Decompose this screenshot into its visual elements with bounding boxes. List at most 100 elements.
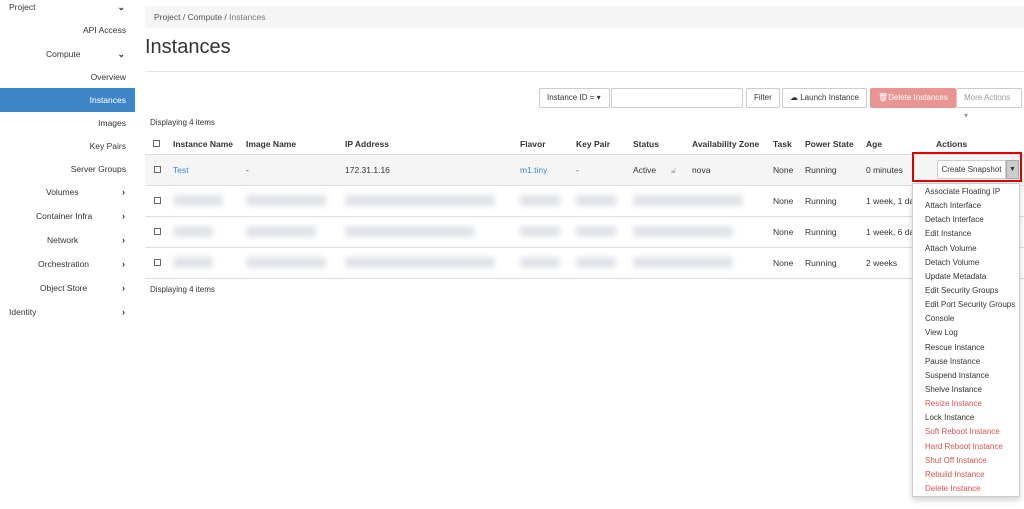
key-pair: - — [576, 165, 579, 175]
menu-item-rescue-instance[interactable]: Rescue Instance — [913, 341, 1019, 355]
trash-icon: 🗑 — [878, 93, 889, 102]
table-row: None Running 2 weeks — [145, 248, 1024, 279]
sidebar-item-instances[interactable]: Instances — [0, 88, 135, 112]
image-name: - — [246, 165, 249, 175]
sidebar-item-overview[interactable]: Overview — [91, 65, 126, 89]
launch-instance-button[interactable]: ☁ Launch Instance — [782, 88, 867, 108]
col-key-pair[interactable]: Key Pair — [576, 139, 610, 149]
menu-item-attach-interface[interactable]: Attach Interface — [913, 199, 1019, 213]
menu-item-detach-volume[interactable]: Detach Volume — [913, 256, 1019, 270]
item-count-footer: Displaying 4 items — [150, 285, 215, 294]
menu-item-edit-security-groups[interactable]: Edit Security Groups — [913, 284, 1019, 298]
col-instance-name[interactable]: Instance Name — [173, 139, 233, 149]
col-image-name[interactable]: Image Name — [246, 139, 296, 149]
chevron-right-icon: › — [122, 187, 125, 197]
menu-item-pause-instance[interactable]: Pause Instance — [913, 355, 1019, 369]
sidebar-item-volumes[interactable]: Volumes › — [0, 180, 135, 204]
menu-item-update-metadata[interactable]: Update Metadata — [913, 270, 1019, 284]
row-checkbox[interactable] — [154, 197, 161, 204]
sidebar-item-server-groups[interactable]: Server Groups — [71, 157, 126, 181]
power-state: Running — [805, 227, 837, 237]
delete-instances-button[interactable]: 🗑Delete Instances — [870, 88, 956, 108]
menu-item-shelve-instance[interactable]: Shelve Instance — [913, 383, 1019, 397]
item-count: Displaying 4 items — [150, 118, 215, 127]
menu-item-attach-volume[interactable]: Attach Volume — [913, 242, 1019, 256]
sidebar-item-compute[interactable]: Compute ⌄ — [0, 42, 135, 66]
power-state: Running — [805, 196, 837, 206]
filter-input[interactable] — [611, 88, 743, 108]
menu-item-associate-floating-ip[interactable]: Associate Floating IP — [913, 185, 1019, 199]
menu-item-detach-interface[interactable]: Detach Interface — [913, 213, 1019, 227]
more-actions-button[interactable]: More Actions ▾ — [956, 88, 1022, 120]
menu-item-delete-instance[interactable]: Delete Instance — [913, 482, 1019, 496]
menu-item-console[interactable]: Console — [913, 312, 1019, 326]
chevron-right-icon: › — [122, 283, 125, 293]
menu-item-rebuild-instance[interactable]: Rebuild Instance — [913, 468, 1019, 482]
sidebar-item-project[interactable]: Project ⌄ — [0, 0, 135, 19]
actions-dropdown-menu: Associate Floating IP Attach Interface Det… — [912, 183, 1020, 497]
col-age[interactable]: Age — [866, 139, 882, 149]
col-ip-address[interactable]: IP Address — [345, 139, 389, 149]
menu-item-soft-reboot-instance[interactable]: Soft Reboot Instance — [913, 425, 1019, 439]
menu-item-edit-port-security-groups[interactable]: Edit Port Security Groups — [913, 298, 1019, 312]
sidebar-item-key-pairs[interactable]: Key Pairs — [90, 134, 126, 158]
ip-address: 172.31.1.16 — [345, 165, 390, 175]
sidebar-item-object-store[interactable]: Object Store › — [0, 276, 135, 300]
label: Network — [47, 235, 79, 245]
unlock-icon: 🔓︎ — [671, 165, 677, 175]
label: Delete Instances — [888, 93, 948, 102]
sidebar-item-identity[interactable]: Identity › — [0, 300, 135, 324]
actions-dropdown-toggle[interactable]: ▼ — [1006, 160, 1019, 179]
task: None — [773, 227, 794, 237]
menu-item-hard-reboot-instance[interactable]: Hard Reboot Instance — [913, 440, 1019, 454]
breadcrumb-project[interactable]: Project — [154, 12, 180, 22]
col-availability-zone[interactable]: Availability Zone — [692, 139, 759, 149]
sidebar-item-network[interactable]: Network › — [0, 228, 135, 252]
col-status[interactable]: Status — [633, 139, 659, 149]
menu-item-edit-instance[interactable]: Edit Instance — [913, 227, 1019, 241]
menu-item-shut-off-instance[interactable]: Shut Off Instance — [913, 454, 1019, 468]
age: 1 week, 1 da — [866, 196, 915, 206]
label: Orchestration — [38, 259, 90, 269]
col-flavor[interactable]: Flavor — [520, 139, 546, 149]
sidebar-item-orchestration[interactable]: Orchestration › — [0, 252, 135, 276]
col-power-state[interactable]: Power State — [805, 139, 854, 149]
table-row: Test - 172.31.1.16 m1.tiny - Active 🔓︎ n… — [145, 155, 1024, 186]
label: Volumes — [46, 187, 79, 197]
status: Active — [633, 165, 657, 175]
label: Container Infra — [36, 211, 93, 221]
chevron-right-icon: › — [122, 307, 125, 317]
filter-button[interactable]: Filter — [746, 88, 780, 108]
cloud-upload-icon: ☁ — [790, 93, 798, 102]
sidebar-item-api-access[interactable]: API Access — [83, 18, 126, 42]
instance-name-link[interactable]: Test — [173, 165, 189, 175]
label: Identity — [9, 307, 37, 317]
row-checkbox[interactable] — [154, 228, 161, 235]
chevron-down-icon: ⌄ — [117, 49, 125, 59]
breadcrumb-compute[interactable]: Compute — [188, 12, 223, 22]
flavor-link[interactable]: m1.tiny — [520, 165, 547, 175]
filter-field-select[interactable]: Instance ID = ▾ — [539, 88, 610, 108]
table-row: None Running 1 week, 1 da — [145, 186, 1024, 217]
col-task[interactable]: Task — [773, 139, 792, 149]
menu-item-resize-instance[interactable]: Resize Instance — [913, 397, 1019, 411]
sidebar-item-images[interactable]: Images — [98, 111, 126, 135]
row-checkbox[interactable] — [154, 166, 161, 173]
divider — [145, 71, 1024, 72]
label: Launch Instance — [800, 93, 859, 102]
caret-down-icon: ▼ — [1009, 166, 1016, 173]
menu-item-suspend-instance[interactable]: Suspend Instance — [913, 369, 1019, 383]
menu-item-view-log[interactable]: View Log — [913, 326, 1019, 340]
row-checkbox[interactable] — [154, 259, 161, 266]
create-snapshot-button[interactable]: Create Snapshot — [937, 160, 1006, 179]
label: Project — [9, 2, 36, 12]
power-state: Running — [805, 165, 837, 175]
chevron-right-icon: › — [122, 235, 125, 245]
menu-item-lock-instance[interactable]: Lock Instance — [913, 411, 1019, 425]
select-all-checkbox[interactable] — [153, 140, 160, 147]
sidebar-item-container-infra[interactable]: Container Infra › — [0, 204, 135, 228]
task: None — [773, 196, 794, 206]
breadcrumb: Project / Compute / Instances — [145, 6, 1024, 28]
table-row: None Running 1 week, 6 da — [145, 217, 1024, 248]
label: Object Store — [40, 283, 88, 293]
